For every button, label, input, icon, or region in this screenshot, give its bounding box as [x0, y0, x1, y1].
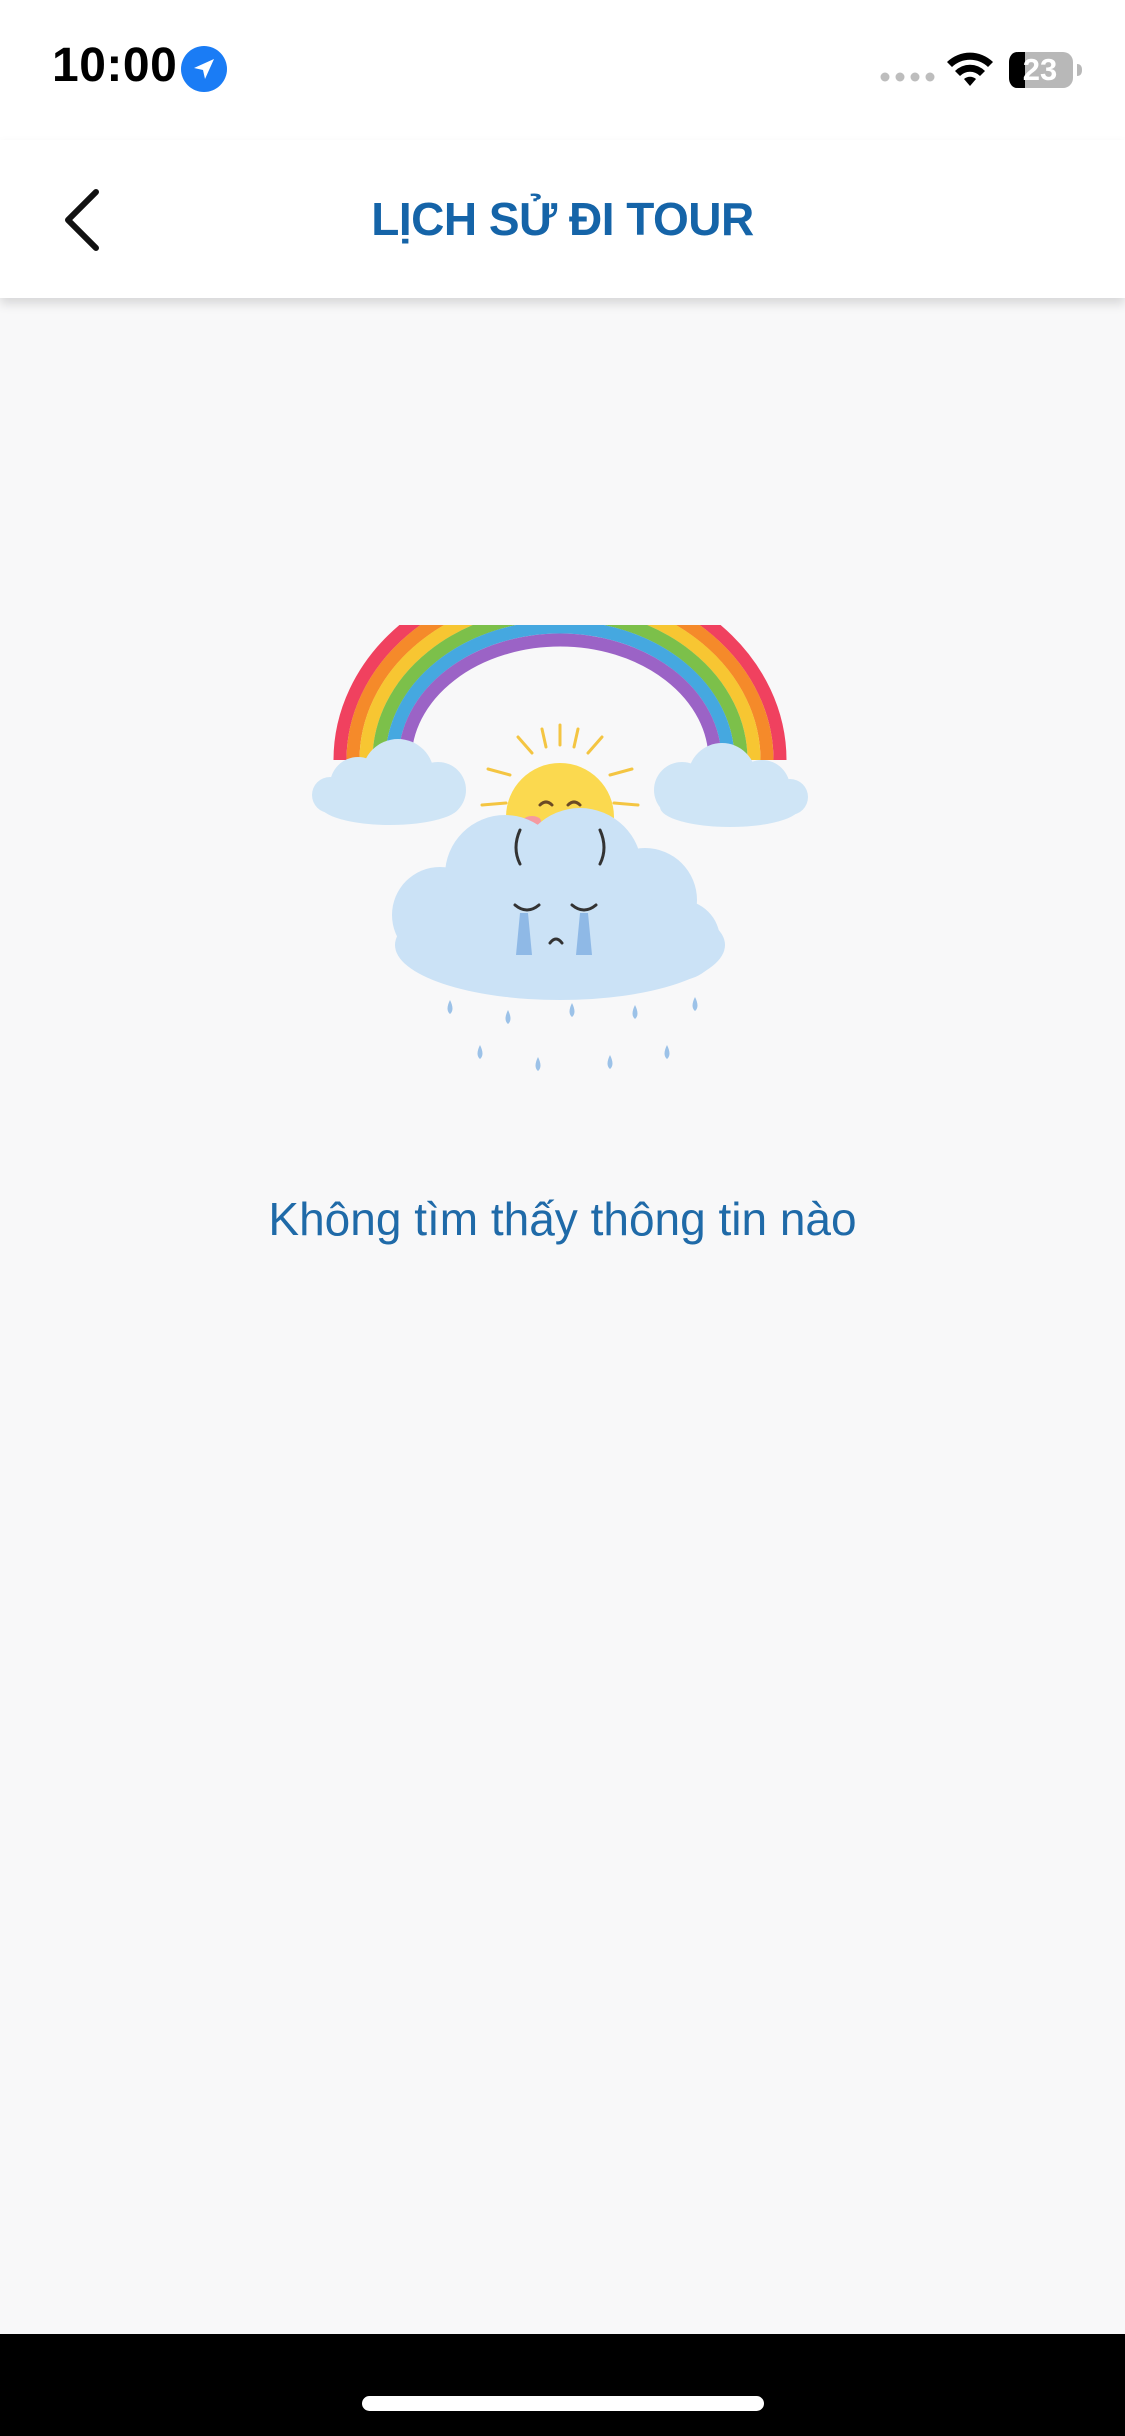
nav-header: LỊCH SỬ ĐI TOUR: [0, 140, 1125, 298]
bottom-bar: [0, 2334, 1125, 2436]
status-bar: 10:00 23: [0, 0, 1125, 140]
wifi-icon: [947, 52, 993, 86]
signal-icon: [880, 72, 935, 82]
crying-cloud-icon: [392, 808, 725, 1000]
rain-drops: [447, 997, 698, 1071]
location-arrow-icon: [181, 46, 227, 92]
empty-state-message: Không tìm thấy thông tin nào: [268, 1193, 857, 1245]
status-time: 10:00: [52, 39, 178, 92]
empty-state-illustration: [312, 625, 808, 1071]
home-indicator[interactable]: [362, 2396, 764, 2411]
battery-level: 23: [1022, 52, 1058, 87]
page-title: LỊCH SỬ ĐI TOUR: [371, 193, 754, 245]
